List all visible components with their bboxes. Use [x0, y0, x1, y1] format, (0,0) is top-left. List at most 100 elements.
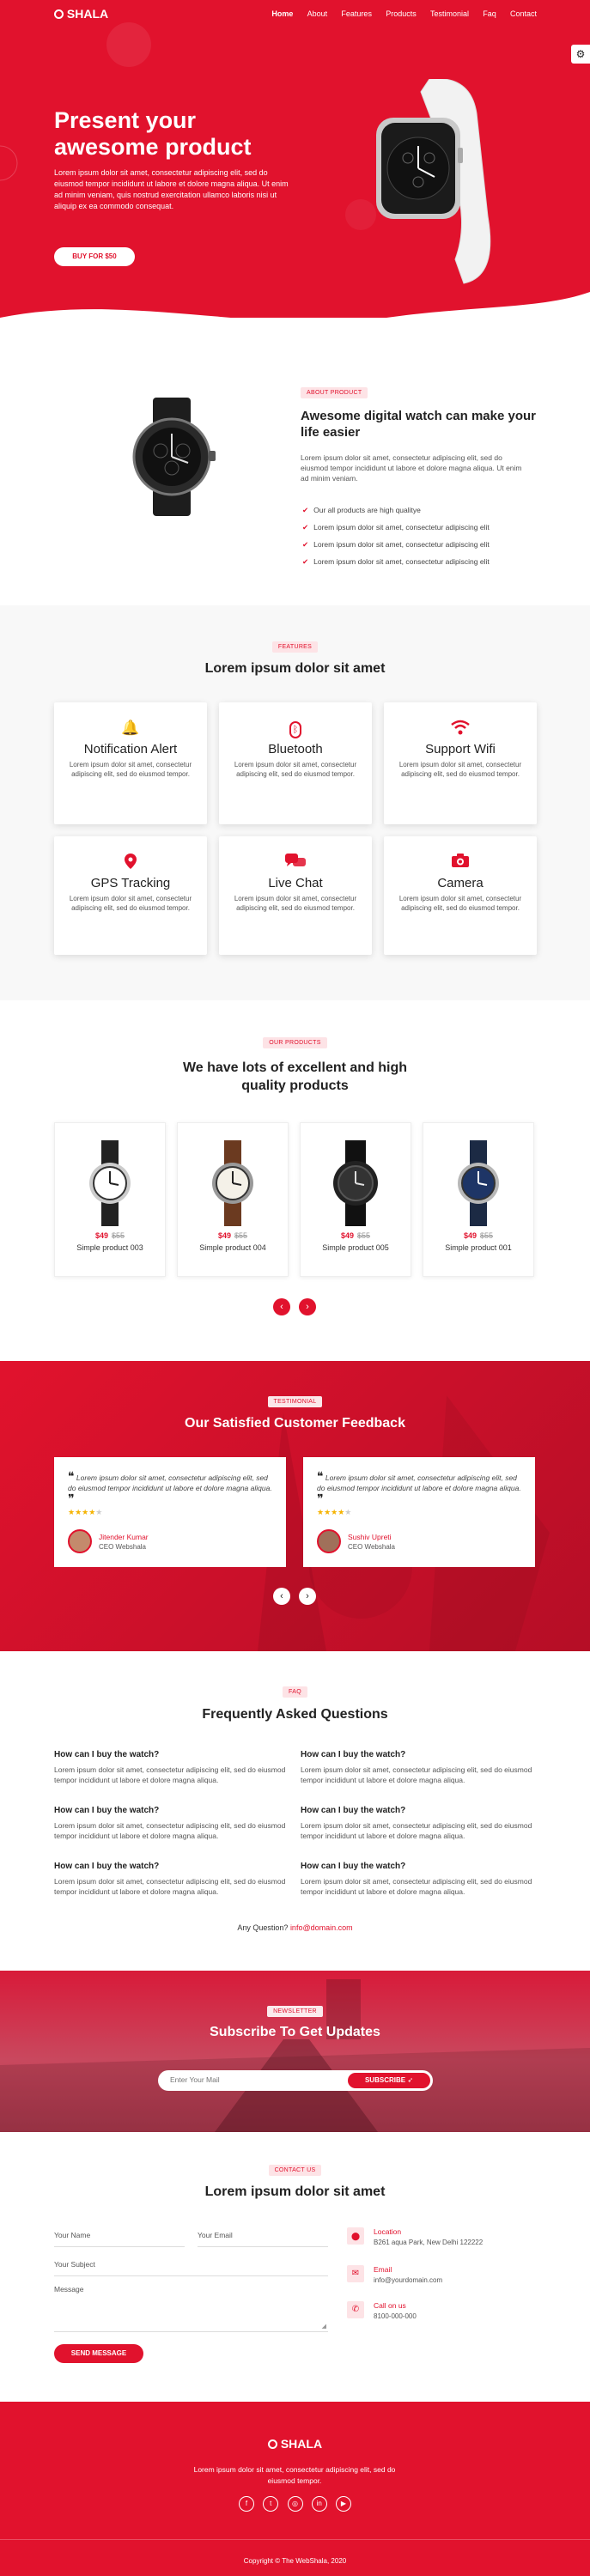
bluetooth-icon: ᛒ: [219, 720, 372, 738]
footer: [0, 2402, 590, 2576]
testimonial-author: Sushiv Upreti CEO Webshala: [317, 1529, 395, 1553]
product-price: $49 $55: [463, 1231, 494, 1240]
chevron-right-icon: ›: [306, 1302, 309, 1312]
feature-card: ᛒ Bluetooth Lorem ipsum dolor sit amet, …: [219, 702, 372, 824]
features-tag: FEATURES: [271, 641, 319, 653]
testimonial-tag: TESTIMONIAL: [267, 1396, 323, 1407]
about-watch-image: [132, 398, 216, 516]
products-tag: OUR PRODUCTS: [263, 1037, 327, 1048]
about-list-item: ✔ Lorem ipsum dolor sit amet, consectetur…: [302, 523, 490, 532]
nav-home[interactable]: Home: [271, 9, 293, 18]
product-card[interactable]: $49 $55 Simple product 001: [423, 1122, 534, 1277]
contact-tag: CONTACT US: [268, 2165, 322, 2176]
product-card[interactable]: $49 $55 Simple product 004: [177, 1122, 289, 1277]
testimonial-prev-button[interactable]: ‹: [273, 1588, 290, 1605]
send-icon: ➶: [407, 2076, 414, 2084]
nav-about[interactable]: About: [307, 9, 328, 18]
contact-location: ⬤ Location B261 aqua Park, New Delhi 122…: [347, 2227, 483, 2246]
testimonial-quote: ❝ Lorem ipsum dolor sit amet, consectetu…: [68, 1469, 272, 1505]
subscribe-button[interactable]: SUBSCRIBE ➶: [348, 2073, 430, 2088]
newsletter-title: Subscribe To Get Updates: [210, 2025, 380, 2039]
rating-stars: ★★★★★: [68, 1508, 103, 1516]
faq-question-line: Any Question? info@domain.com: [237, 1923, 353, 1932]
avatar: [317, 1529, 341, 1553]
faq-item[interactable]: How can I buy the watch? Lorem ipsum dol…: [301, 1750, 532, 1785]
products-title: We have lots of excellent and high quali…: [182, 1060, 408, 1093]
phone-icon: ✆: [347, 2301, 364, 2318]
youtube-icon[interactable]: ▶: [335, 2496, 351, 2512]
about-tag: ABOUT PRODUCT: [301, 387, 368, 398]
newsletter-bg-image: [0, 1979, 590, 2132]
feature-card: Live Chat Lorem ipsum dolor sit amet, co…: [219, 836, 372, 955]
map-pin-icon: [54, 854, 207, 871]
send-message-button[interactable]: SEND MESSAGE: [54, 2344, 143, 2363]
chevron-left-icon: ‹: [280, 1591, 283, 1601]
contact-name-field[interactable]: Your Name: [54, 2231, 185, 2247]
location-icon: ⬤: [347, 2227, 364, 2245]
faq-item[interactable]: How can I buy the watch? Lorem ipsum dol…: [54, 1862, 286, 1897]
nav-contact[interactable]: Contact: [510, 9, 537, 18]
linkedin-icon[interactable]: in: [311, 2496, 327, 2512]
facebook-icon[interactable]: f: [239, 2496, 255, 2512]
logo[interactable]: SHALA: [54, 7, 108, 21]
newsletter-email-input[interactable]: [170, 2075, 325, 2084]
contact-phone: ✆ Call on us 8100-000-000: [347, 2301, 417, 2320]
settings-button[interactable]: ⚙: [571, 45, 590, 64]
product-name[interactable]: Simple product 005: [301, 1243, 411, 1252]
faq-item[interactable]: How can I buy the watch? Lorem ipsum dol…: [301, 1862, 532, 1897]
newsletter-tag: NEWSLETTER: [267, 2006, 323, 2017]
check-icon: ✔: [302, 540, 309, 549]
faq-email-link[interactable]: info@domain.com: [290, 1923, 353, 1932]
product-price: $49 $55: [340, 1231, 371, 1240]
chat-icon: [219, 854, 372, 871]
product-name[interactable]: Simple product 001: [423, 1243, 533, 1252]
footer-logo[interactable]: SHALA: [0, 2437, 590, 2451]
quote-close-icon: ❞: [68, 1492, 75, 1505]
contact-message-field[interactable]: Message ◢: [54, 2285, 328, 2332]
product-watch-image: [333, 1140, 378, 1226]
quote-open-icon: ❝: [317, 1469, 324, 1483]
testimonial-next-button[interactable]: ›: [299, 1588, 316, 1605]
product-name[interactable]: Simple product 003: [55, 1243, 165, 1252]
newsletter-tag-wrap: NEWSLETTER: [0, 2006, 590, 2017]
nav-products[interactable]: Products: [386, 9, 417, 18]
nav-faq[interactable]: Faq: [483, 9, 496, 18]
feature-card: 🔔 Notification Alert Lorem ipsum dolor s…: [54, 702, 207, 824]
products-next-button[interactable]: ›: [299, 1298, 316, 1315]
hero-title: Present your awesome product: [54, 107, 252, 160]
testimonial-title: Our Satisfied Customer Feedback: [185, 1416, 405, 1431]
product-card[interactable]: $49 $55 Simple product 005: [300, 1122, 411, 1277]
features-tag-wrap: FEATURES: [0, 641, 590, 653]
contact-subject-field[interactable]: Your Subject: [54, 2260, 328, 2276]
hero-text: Lorem ipsum dolor sit amet, consectetur …: [54, 168, 289, 210]
rating-stars: ★★★★★: [317, 1508, 352, 1516]
product-card[interactable]: $49 $55 Simple product 003: [54, 1122, 166, 1277]
contact-email-field[interactable]: Your Email: [198, 2231, 328, 2247]
chevron-left-icon: ‹: [280, 1302, 283, 1312]
about-text: Lorem ipsum dolor sit amet, consectetur …: [301, 453, 522, 483]
feature-card: Support Wifi Lorem ipsum dolor sit amet,…: [384, 702, 537, 824]
testimonial-card: ❝ Lorem ipsum dolor sit amet, consectetu…: [54, 1457, 286, 1567]
products-prev-button[interactable]: ‹: [273, 1298, 290, 1315]
about-list: ✔ Our all products are high qualitye ✔ Lor…: [302, 501, 490, 570]
testimonial-quote: ❝ Lorem ipsum dolor sit amet, consectetu…: [317, 1469, 521, 1505]
faq-item[interactable]: How can I buy the watch? Lorem ipsum dol…: [54, 1806, 286, 1841]
avatar: [68, 1529, 92, 1553]
quote-close-icon: ❞: [317, 1492, 324, 1505]
logo-icon: [54, 9, 64, 19]
nav-features[interactable]: Features: [341, 9, 372, 18]
product-price: $49 $55: [217, 1231, 248, 1240]
faq-item[interactable]: How can I buy the watch? Lorem ipsum dol…: [301, 1806, 532, 1841]
bell-icon: 🔔: [121, 720, 140, 736]
buy-button[interactable]: BUY FOR $50: [54, 247, 135, 266]
instagram-icon[interactable]: ◎: [287, 2496, 303, 2512]
twitter-icon[interactable]: t: [263, 2496, 279, 2512]
feature-card: Camera Lorem ipsum dolor sit amet, conse…: [384, 836, 537, 955]
faq-item[interactable]: How can I buy the watch? Lorem ipsum dol…: [54, 1750, 286, 1785]
brand-name: SHALA: [66, 7, 109, 21]
testimonial-author: Jitender Kumar CEO Webshala: [68, 1529, 149, 1553]
nav-testimonial[interactable]: Testimonial: [430, 9, 469, 18]
wifi-icon: [384, 720, 537, 737]
product-price: $49 $55: [94, 1231, 125, 1240]
product-name[interactable]: Simple product 004: [178, 1243, 288, 1252]
